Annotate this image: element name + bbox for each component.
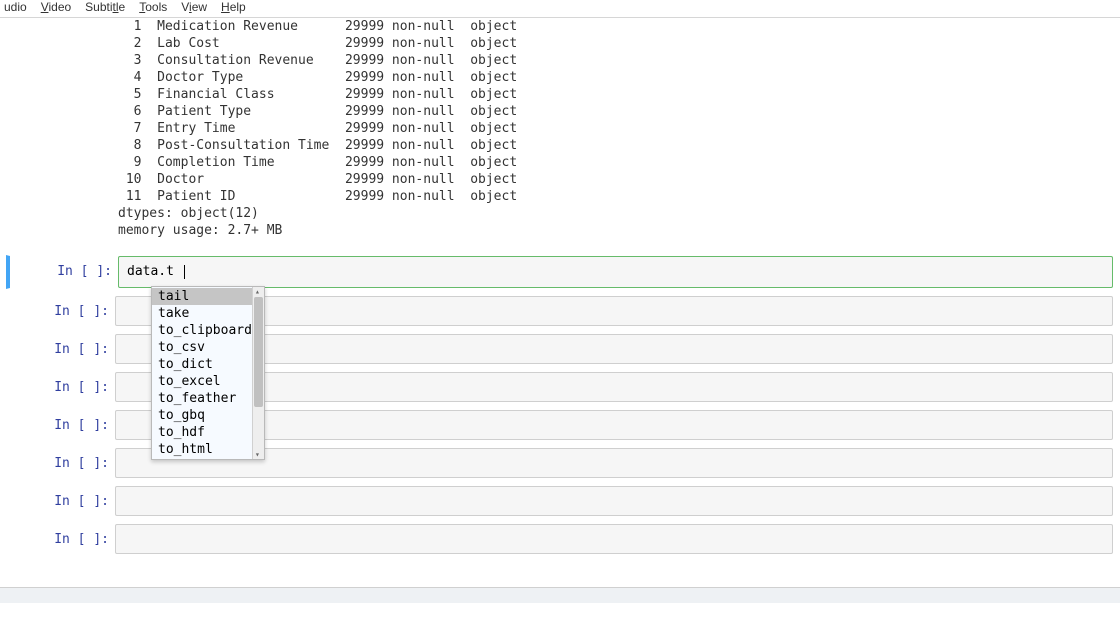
menu-item[interactable]: View: [181, 0, 207, 14]
input-prompt: In [ ]:: [7, 296, 115, 326]
notebook-area: 1 Medication Revenue 29999 non-null obje…: [0, 18, 1120, 581]
autocomplete-item[interactable]: to_excel: [152, 373, 252, 390]
autocomplete-popup[interactable]: tailtaketo_clipboardto_csvto_dictto_exce…: [151, 286, 265, 460]
menu-item[interactable]: Video: [41, 0, 71, 14]
input-prompt: In [ ]:: [7, 334, 115, 364]
autocomplete-item[interactable]: to_csv: [152, 339, 252, 356]
code-input[interactable]: [115, 486, 1113, 516]
autocomplete-item[interactable]: to_clipboard: [152, 322, 252, 339]
code-input[interactable]: [115, 524, 1113, 554]
code-input[interactable]: data.t: [118, 256, 1113, 288]
autocomplete-item[interactable]: tail: [152, 288, 252, 305]
input-prompt: In [ ]:: [7, 448, 115, 478]
scroll-thumb[interactable]: [254, 297, 263, 407]
autocomplete-item[interactable]: to_feather: [152, 390, 252, 407]
text-cursor: [184, 265, 185, 279]
autocomplete-item[interactable]: to_html: [152, 441, 252, 458]
autocomplete-item[interactable]: to_dict: [152, 356, 252, 373]
dataframe-info-output: 1 Medication Revenue 29999 non-null obje…: [6, 18, 1114, 247]
input-prompt: In [ ]:: [10, 256, 118, 288]
scroll-down-arrow[interactable]: ▾: [255, 450, 260, 459]
menu-item[interactable]: Subtitle: [85, 0, 125, 14]
input-prompt: In [ ]:: [7, 486, 115, 516]
code-cell-empty[interactable]: In [ ]:: [6, 523, 1114, 555]
scroll-up-arrow[interactable]: ▴: [255, 287, 260, 296]
input-prompt: In [ ]:: [7, 524, 115, 554]
code-cell-active[interactable]: In [ ]: data.t tailtaketo_clipboardto_cs…: [6, 255, 1114, 289]
autocomplete-item[interactable]: to_gbq: [152, 407, 252, 424]
menu-item[interactable]: Tools: [139, 0, 167, 14]
code-cell-empty[interactable]: In [ ]:: [6, 485, 1114, 517]
input-prompt: In [ ]:: [7, 410, 115, 440]
bottom-status-bar: [0, 587, 1120, 603]
menu-item[interactable]: Help: [221, 0, 246, 14]
input-prompt: In [ ]:: [7, 372, 115, 402]
autocomplete-scrollbar[interactable]: ▴ ▾: [252, 287, 264, 459]
autocomplete-item[interactable]: to_hdf: [152, 424, 252, 441]
autocomplete-item[interactable]: take: [152, 305, 252, 322]
menu-item[interactable]: udio: [4, 0, 27, 14]
vlc-menubar[interactable]: udio Video Subtitle Tools View Help: [0, 0, 1120, 18]
code-text: data.t: [127, 264, 174, 279]
